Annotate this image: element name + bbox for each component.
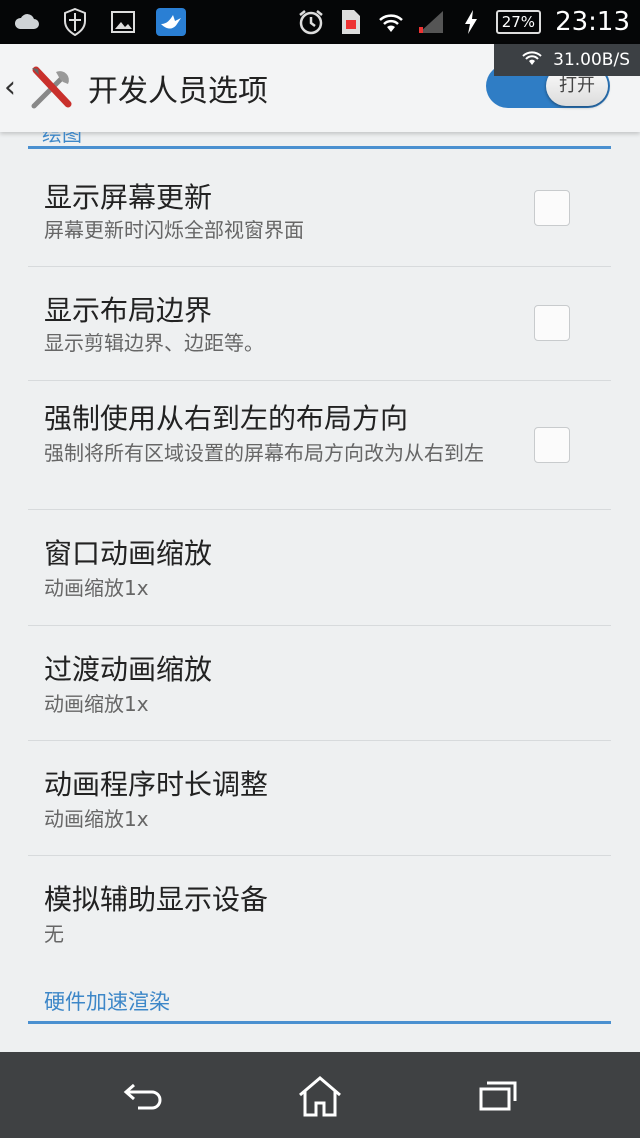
cloud-icon <box>12 7 42 37</box>
status-bar: 27% 23:13 <box>0 0 640 44</box>
item-subtitle: 屏幕更新时闪烁全部视窗界面 <box>44 218 304 242</box>
item-title: 显示布局边界 <box>44 294 213 327</box>
checkbox[interactable] <box>534 427 570 463</box>
list-item-window-animation-scale[interactable]: 窗口动画缩放 动画缩放1x <box>28 510 611 626</box>
back-icon[interactable] <box>114 1074 174 1118</box>
net-speed-overlay: 31.00B/S <box>494 44 640 76</box>
page-title: 开发人员选项 <box>88 74 268 109</box>
item-title: 过渡动画缩放 <box>44 653 213 686</box>
item-title: 窗口动画缩放 <box>44 537 213 570</box>
list-item-simulate-secondary-display[interactable]: 模拟辅助显示设备 无 <box>28 856 611 970</box>
sim-icon <box>336 7 366 37</box>
bird-icon <box>156 7 186 37</box>
list-item-show-surface-updates[interactable]: 显示屏幕更新 屏幕更新时闪烁全部视窗界面 <box>28 152 611 267</box>
wifi-icon <box>376 7 406 37</box>
signal-icon <box>416 7 446 37</box>
section-divider <box>28 146 611 149</box>
wifi-small-icon <box>521 50 543 71</box>
item-subtitle: 显示剪辑边界、边距等。 <box>44 331 264 355</box>
section-header-hardware-rendering: 硬件加速渲染 <box>44 990 170 1014</box>
home-icon[interactable] <box>290 1074 350 1118</box>
item-title: 强制使用从右到左的布局方向 <box>44 402 409 435</box>
system-icons: 27% 23:13 <box>296 6 630 38</box>
section-header-drawing: 绘图 <box>42 132 82 146</box>
item-title: 模拟辅助显示设备 <box>44 883 269 916</box>
battery-level: 27% <box>495 10 542 34</box>
item-subtitle: 动画缩放1x <box>44 692 149 716</box>
list-item-force-rtl[interactable]: 强制使用从右到左的布局方向 强制将所有区域设置的屏幕布局方向改为从右到左 <box>28 381 611 510</box>
alarm-icon <box>296 7 326 37</box>
net-speed-text: 31.00B/S <box>553 50 630 70</box>
checkbox[interactable] <box>534 305 570 341</box>
back-arrow-icon[interactable]: ‹ <box>4 70 16 105</box>
recent-apps-icon[interactable] <box>468 1074 528 1118</box>
list-item-animator-duration-scale[interactable]: 动画程序时长调整 动画缩放1x <box>28 741 611 856</box>
tools-icon[interactable] <box>26 62 78 114</box>
clock: 23:13 <box>555 7 630 37</box>
item-title: 动画程序时长调整 <box>44 768 269 801</box>
item-subtitle: 动画缩放1x <box>44 576 149 600</box>
charging-icon <box>456 7 486 37</box>
section-divider <box>28 1021 611 1024</box>
item-subtitle: 动画缩放1x <box>44 807 149 831</box>
item-title: 显示屏幕更新 <box>44 181 213 214</box>
item-subtitle: 强制将所有区域设置的屏幕布局方向改为从右到左 <box>44 441 484 465</box>
item-subtitle: 无 <box>44 922 64 946</box>
shield-icon <box>60 7 90 37</box>
notification-icons <box>12 6 186 38</box>
image-icon <box>108 7 138 37</box>
list-item-show-layout-bounds[interactable]: 显示布局边界 显示剪辑边界、边距等。 <box>28 267 611 381</box>
checkbox[interactable] <box>534 190 570 226</box>
list-item-transition-animation-scale[interactable]: 过渡动画缩放 动画缩放1x <box>28 626 611 741</box>
navigation-bar <box>0 1052 640 1138</box>
